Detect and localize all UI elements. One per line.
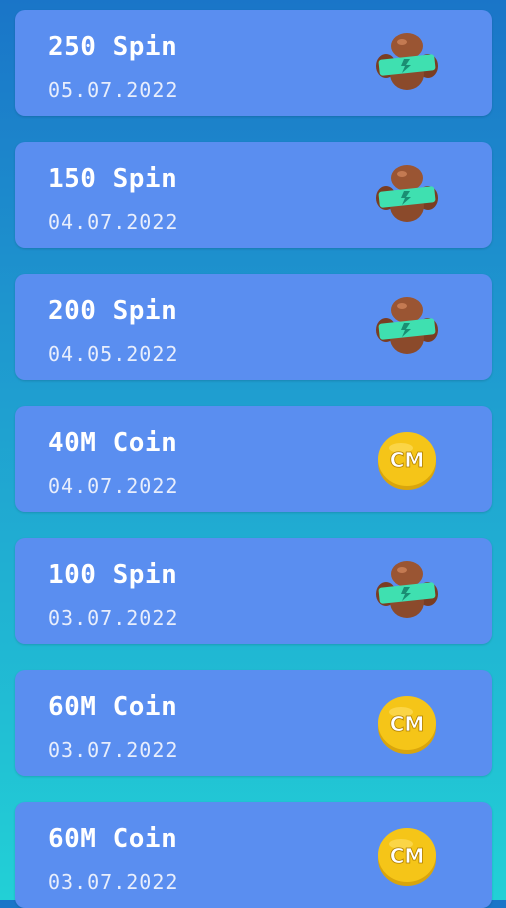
- reward-card[interactable]: 100 Spin 03.07.2022: [15, 538, 492, 644]
- reward-card[interactable]: 40M Coin 04.07.2022 CM: [15, 406, 492, 512]
- coin-icon: CM: [373, 822, 441, 888]
- reward-title: 150 Spin: [48, 164, 178, 194]
- reward-history-list: 250 Spin 05.07.2022 150 Spin 04.07.2022: [0, 0, 506, 908]
- coin-label: CM: [390, 844, 425, 868]
- reward-title: 40M Coin: [48, 428, 178, 458]
- reward-date: 05.07.2022: [48, 78, 179, 102]
- reward-title: 200 Spin: [48, 296, 178, 326]
- reward-date: 03.07.2022: [48, 606, 179, 630]
- spin-icon: [373, 30, 441, 96]
- reward-card[interactable]: 60M Coin 03.07.2022 CM: [15, 802, 492, 908]
- reward-title: 100 Spin: [48, 560, 178, 590]
- coin-icon: CM: [373, 690, 441, 756]
- reward-date: 04.07.2022: [48, 474, 179, 498]
- reward-date: 04.05.2022: [48, 342, 179, 366]
- coin-label: CM: [390, 448, 425, 472]
- reward-date: 03.07.2022: [48, 738, 179, 762]
- reward-title: 60M Coin: [48, 692, 178, 722]
- coin-label: CM: [390, 712, 425, 736]
- spin-icon: [373, 162, 441, 228]
- reward-date: 03.07.2022: [48, 870, 179, 894]
- reward-card[interactable]: 150 Spin 04.07.2022: [15, 142, 492, 248]
- reward-date: 04.07.2022: [48, 210, 179, 234]
- reward-card[interactable]: 200 Spin 04.05.2022: [15, 274, 492, 380]
- reward-card[interactable]: 60M Coin 03.07.2022 CM: [15, 670, 492, 776]
- coin-icon: CM: [373, 426, 441, 492]
- spin-icon: [373, 558, 441, 624]
- reward-title: 250 Spin: [48, 32, 178, 62]
- reward-title: 60M Coin: [48, 824, 178, 854]
- reward-card[interactable]: 250 Spin 05.07.2022: [15, 10, 492, 116]
- spin-icon: [373, 294, 441, 360]
